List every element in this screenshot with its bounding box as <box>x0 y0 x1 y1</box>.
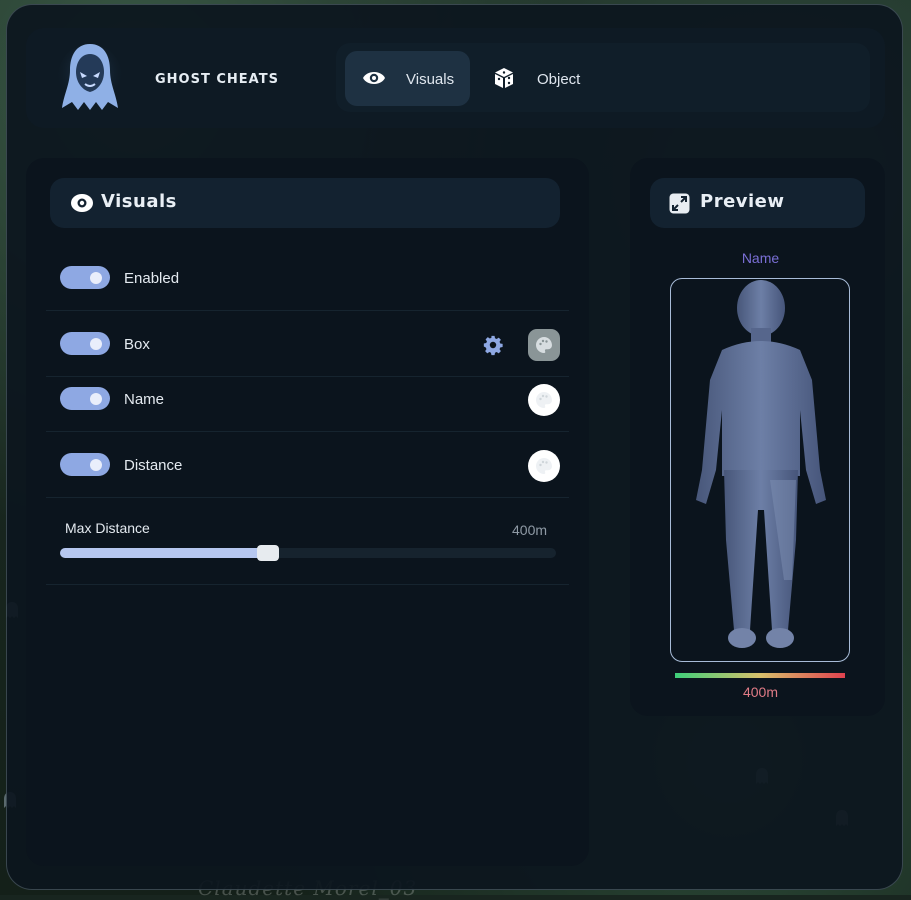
row-divider <box>46 310 569 311</box>
row-divider <box>46 584 569 585</box>
brand-name: GHOST CHEATS <box>155 72 279 87</box>
enabled-label: Enabled <box>124 270 180 287</box>
preview-panel-title: Preview <box>700 191 785 212</box>
box-settings-gear-icon[interactable] <box>482 334 504 356</box>
palette-icon <box>536 337 552 353</box>
row-divider <box>46 497 569 498</box>
enabled-toggle[interactable] <box>60 266 110 289</box>
box-toggle[interactable] <box>60 332 110 355</box>
ghost-logo-icon <box>58 44 122 110</box>
eye-icon <box>363 72 385 84</box>
slider-fill <box>60 548 264 558</box>
box-color-swatch[interactable] <box>528 329 560 361</box>
visuals-panel-title: Visuals <box>101 191 177 212</box>
name-toggle[interactable] <box>60 387 110 410</box>
preview-name-label: Name <box>741 250 780 266</box>
row-divider <box>46 376 569 377</box>
preview-panel-header: Preview <box>650 178 865 228</box>
tab-visuals-label: Visuals <box>406 71 455 88</box>
visuals-panel-header: Visuals <box>50 178 560 228</box>
preview-distance-label: 400m <box>742 684 779 700</box>
resize-icon <box>669 193 690 214</box>
distance-toggle[interactable] <box>60 453 110 476</box>
distance-color-swatch[interactable] <box>528 450 560 482</box>
slider-thumb[interactable] <box>257 545 279 561</box>
character-preview-figure <box>696 280 826 648</box>
tab-object[interactable]: Object <box>478 51 598 106</box>
distance-gradient-bar <box>675 673 845 678</box>
tab-object-label: Object <box>537 71 581 88</box>
name-color-swatch[interactable] <box>528 384 560 416</box>
cube-icon <box>495 68 513 88</box>
max-distance-slider[interactable] <box>60 545 556 561</box>
palette-icon <box>536 392 552 408</box>
box-label: Box <box>124 336 150 353</box>
tab-visuals[interactable]: Visuals <box>345 51 470 106</box>
palette-icon <box>536 458 552 474</box>
max-distance-label: Max Distance <box>65 520 150 536</box>
distance-label: Distance <box>124 457 183 474</box>
visuals-panel <box>26 158 589 866</box>
max-distance-value: 400m <box>512 522 548 538</box>
eye-icon <box>71 194 93 212</box>
row-divider <box>46 431 569 432</box>
name-label: Name <box>124 391 165 408</box>
